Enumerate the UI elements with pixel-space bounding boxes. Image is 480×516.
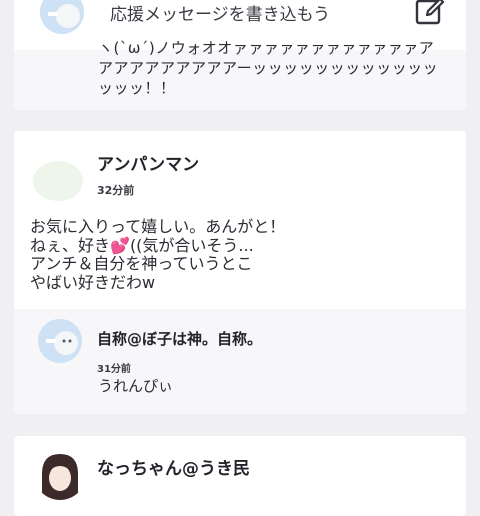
author-avatar[interactable]: [34, 448, 86, 500]
reply-avatar[interactable]: [38, 319, 82, 363]
post-time: 32分前: [97, 184, 135, 197]
comment-text: ヽ(`ω´)ノウォオオァァァァァァァァァァァァアアアアアアアアアアーッッッッッッ…: [98, 39, 439, 97]
reply-time: 31分前: [97, 364, 131, 375]
body-line: アンチ＆自分を神っていうとこ: [30, 254, 253, 273]
post-body: お気に入りって嬉しい。あんがと！ ねぇ、好き💕((気が合いそう... アンチ＆自…: [30, 217, 450, 292]
post-card-next: なっちゃん@うき民: [14, 436, 466, 516]
post-card-top: 応援メッセージを書き込もう ヽ(`ω´)ノウォオオァァァァァァァァァァァァアアア…: [14, 0, 466, 110]
reply-author[interactable]: 自称@ぼ子は神。自称。: [97, 328, 262, 349]
sparkling-hearts-emoji: 💕: [110, 235, 130, 255]
post-author[interactable]: なっちゃん@うき民: [97, 454, 250, 479]
body-line: ねぇ、好き: [30, 235, 111, 255]
body-line: やばい好きだわw: [30, 272, 156, 292]
body-line: ((気が合いそう...: [129, 235, 254, 255]
body-line: お気に入りって嬉しい。あんがと！: [30, 217, 286, 236]
post-author[interactable]: アンパンマン: [97, 150, 199, 175]
reply-item: 自称@ぼ子は神。自称。 31分前 うれんぴぃ: [14, 309, 466, 414]
reply-text: うれんぴぃ: [98, 377, 174, 395]
edit-pencil-icon[interactable]: [415, 0, 445, 26]
post-card: アンパンマン 32分前 お気に入りって嬉しい。あんがと！ ねぇ、好き💕((気が合…: [14, 131, 466, 414]
write-message-placeholder[interactable]: 応援メッセージを書き込もう: [110, 0, 330, 25]
author-avatar[interactable]: [32, 151, 84, 203]
user-avatar: [40, 0, 84, 34]
